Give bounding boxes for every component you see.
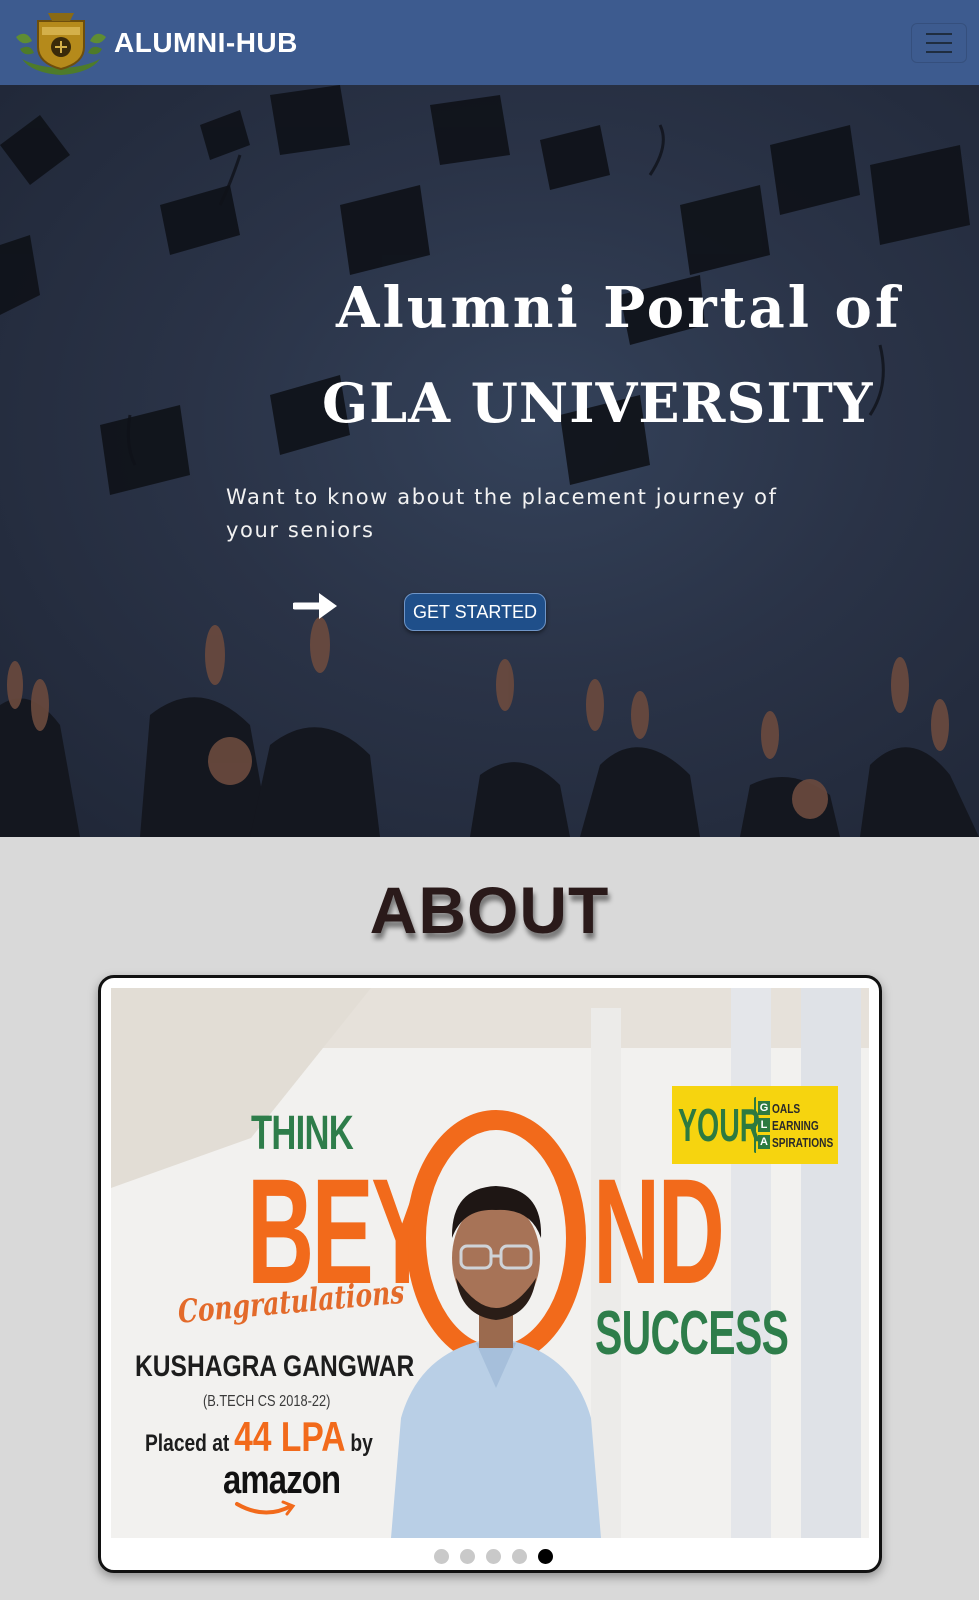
get-started-button[interactable]: GET STARTED (404, 593, 546, 631)
graduation-caps-background (0, 85, 979, 837)
gla-badge: YOUR G OALS L EARNING A SPIRATIONS (672, 1086, 838, 1164)
student-photo (391, 1186, 601, 1538)
carousel-slide[interactable]: THINK BEY ND SUCCESS YOUR G OALS L EARNI… (111, 988, 869, 1538)
hero-title-line2: GLA UNIVERSITY (322, 371, 874, 435)
carousel-indicators (101, 1549, 885, 1564)
hero-section: Alumni Portal of GLA UNIVERSITY Want to … (0, 85, 979, 837)
amazon-smile-icon (235, 1500, 296, 1516)
arrow-right-icon (293, 593, 337, 619)
gla-badge-row: A SPIRATIONS (758, 1135, 851, 1150)
hero-subtitle: Want to know about the placement journey… (226, 485, 778, 542)
gla-university-crest-icon (16, 12, 106, 75)
gla-badge-row: G OALS (758, 1100, 801, 1116)
hero-title-line1: Alumni Portal of (336, 275, 902, 341)
about-heading: ABOUT (369, 873, 610, 947)
about-carousel: THINK BEY ND SUCCESS YOUR G OALS L EARNI… (98, 975, 882, 1573)
carousel-indicator-2[interactable] (459, 1549, 475, 1564)
slide-success-text: SUCCESS (595, 1299, 789, 1368)
hamburger-menu-icon (926, 32, 952, 35)
brand[interactable]: ALUMNI-HUB (12, 7, 298, 79)
carousel-indicator-3[interactable] (485, 1549, 501, 1564)
slide-placement-line: Placed at 44 LPA by (145, 1413, 373, 1460)
slide-package: 44 LPA (234, 1413, 346, 1460)
carousel-indicator-5[interactable] (537, 1549, 553, 1564)
hamburger-menu-button[interactable] (911, 22, 967, 63)
slide-company-logo: amazon (223, 1458, 341, 1502)
slide-student-batch: (B.TECH CS 2018-22) (203, 1393, 331, 1410)
slide-student-name: KUSHAGRA GANGWAR (135, 1350, 415, 1383)
slide-beyond-right: ND (593, 1147, 725, 1315)
gla-badge-your: YOUR (678, 1099, 761, 1151)
gla-badge-row: L EARNING (758, 1118, 851, 1133)
carousel-indicator-1[interactable] (433, 1549, 449, 1564)
carousel-indicator-4[interactable] (511, 1549, 527, 1564)
brand-name: ALUMNI-HUB (114, 26, 298, 58)
navbar: ALUMNI-HUB (0, 0, 979, 85)
